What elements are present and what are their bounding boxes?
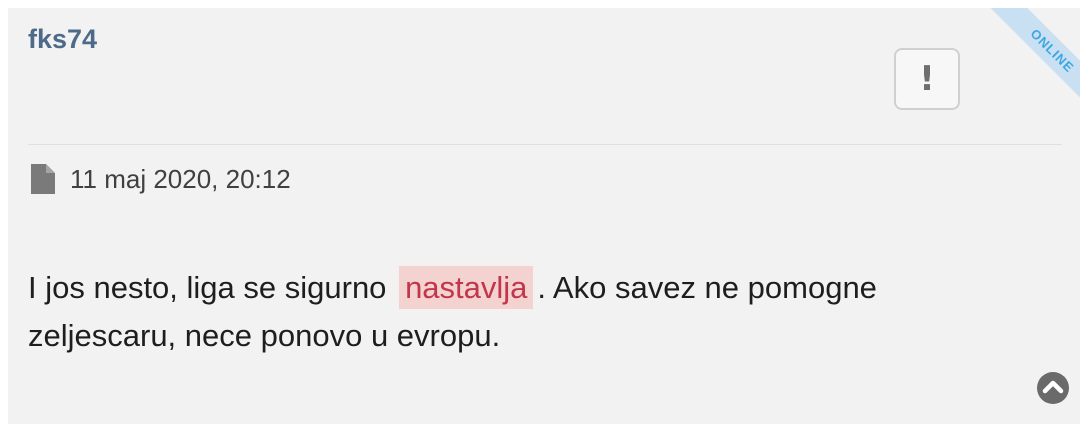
post-divider <box>28 144 1062 145</box>
exclamation-icon: ! <box>919 59 935 99</box>
report-button[interactable]: ! <box>894 48 960 110</box>
chevron-up-circle-icon[interactable] <box>1036 371 1070 405</box>
post-body: I jos nesto, liga se sigurno nastavlja. … <box>28 264 1028 360</box>
online-ribbon: ONLINE <box>970 8 1080 118</box>
highlighted-word: nastavlja <box>399 266 534 309</box>
post-text-start: I jos nesto, liga se sigurno <box>28 270 387 305</box>
file-icon <box>31 164 55 194</box>
forum-post: fks74 ! ONLINE 11 maj 2020, 20:12 I jos … <box>8 8 1080 424</box>
post-username[interactable]: fks74 <box>28 24 97 55</box>
online-ribbon-label: ONLINE <box>979 8 1080 118</box>
post-timestamp: 11 maj 2020, 20:12 <box>70 164 291 194</box>
